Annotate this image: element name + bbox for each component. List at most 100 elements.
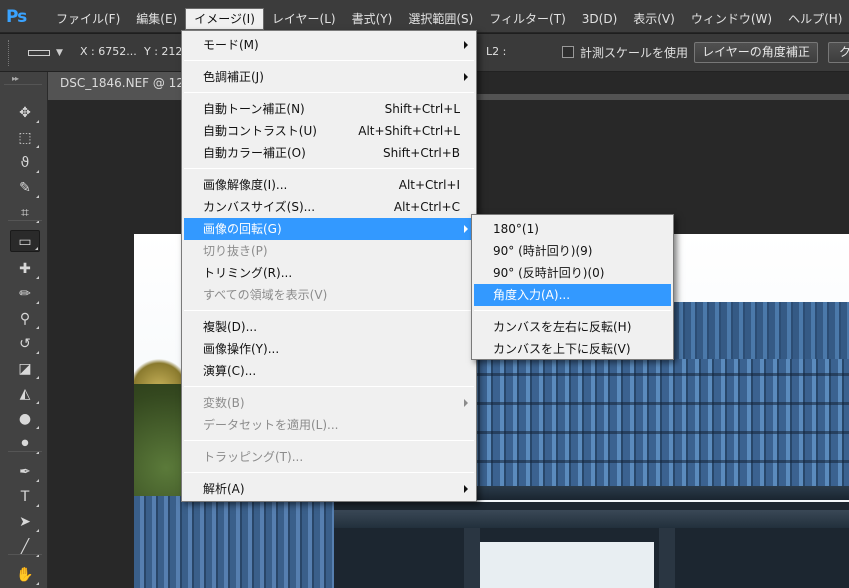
healing-brush-tool-icon[interactable]: ✚: [10, 258, 40, 280]
path-select-tool-icon[interactable]: ➤: [10, 511, 40, 533]
tool-flyout-indicator: [36, 479, 39, 482]
document-tab[interactable]: DSC_1846.NEF @ 12.5% (RGB/8): [48, 72, 198, 94]
menu-separator: [184, 168, 474, 169]
menu-item: 変数(B): [184, 392, 474, 414]
pen-tool-icon[interactable]: ✒: [10, 461, 40, 483]
menu-5[interactable]: 選択範囲(S): [400, 8, 481, 30]
lower-left-roof: [134, 496, 344, 588]
menu-item-label: 画像操作(Y)...: [203, 342, 280, 356]
menu-item[interactable]: トリミング(R)...: [184, 262, 474, 284]
chevron-down-icon: ▼: [56, 48, 63, 58]
menu-item[interactable]: カンバスを左右に反転(H): [474, 316, 671, 338]
menu-item-label: カンバスを上下に反転(V): [493, 342, 631, 356]
menu-item-label: 演算(C)...: [203, 364, 257, 378]
y-coordinate-readout: Y : 212: [144, 45, 183, 58]
eraser-tool-icon[interactable]: ◪: [10, 358, 40, 380]
menu-item-label: 色調補正(J): [203, 70, 264, 84]
menu-item-label: カンバスサイズ(S)...: [203, 200, 316, 214]
menu-item-label: 解析(A): [203, 482, 245, 496]
menu-8[interactable]: 表示(V): [625, 8, 683, 30]
menu-item[interactable]: カンバスを上下に反転(V): [474, 338, 671, 360]
paint-bucket-tool-icon[interactable]: ◭: [10, 383, 40, 405]
hand-tool-icon[interactable]: ✋: [10, 564, 40, 586]
straighten-layer-button[interactable]: レイヤーの角度補正: [694, 42, 818, 63]
menu-item-label: すべての領域を表示(V): [203, 288, 328, 302]
x-coordinate-readout: X : 6752...: [80, 45, 137, 58]
lasso-tool-icon[interactable]: ϑ: [10, 152, 40, 174]
menu-item-shortcut: Shift+Ctrl+B: [383, 146, 460, 160]
use-measurement-scale-label: 計測スケールを使用: [580, 46, 689, 60]
menu-item[interactable]: 複製(D)...: [184, 316, 474, 338]
menu-item[interactable]: 演算(C)...: [184, 360, 474, 382]
menu-item-label: モード(M): [203, 38, 259, 52]
quick-select-tool-icon[interactable]: ✎: [10, 177, 40, 199]
menu-item[interactable]: 解析(A): [184, 478, 474, 500]
menu-item[interactable]: カンバスサイズ(S)... Alt+Ctrl+C: [184, 196, 474, 218]
menu-0[interactable]: ファイル(F): [48, 8, 128, 30]
menu-2[interactable]: イメージ(I): [185, 8, 264, 30]
menu-item-label: 180°(1): [493, 222, 539, 236]
use-measurement-scale-checkbox[interactable]: [562, 46, 574, 58]
move-tool-icon[interactable]: ✥: [10, 102, 40, 124]
menu-item: トラッピング(T)...: [184, 446, 474, 468]
clear-button[interactable]: クリア: [828, 42, 849, 63]
menu-item[interactable]: モード(M): [184, 34, 474, 56]
tool-flyout-indicator: [35, 247, 38, 250]
tool-flyout-indicator: [36, 426, 39, 429]
tool-flyout-indicator: [36, 401, 39, 404]
options-bar-grip[interactable]: [8, 40, 12, 66]
menu-item-label: トリミング(R)...: [203, 266, 293, 280]
type-tool-icon[interactable]: T: [10, 486, 40, 508]
menu-item-label: カンバスを左右に反転(H): [493, 320, 632, 334]
menu-9[interactable]: ウィンドウ(W): [683, 8, 780, 30]
submenu-arrow-icon: [464, 485, 468, 493]
menu-bar: Ps ファイル(F) 編集(E) イメージ(I) レイヤー(L) 書式(Y) 選択範囲(S…: [0, 0, 849, 33]
menu-item-label: 複製(D)...: [203, 320, 258, 334]
history-brush-tool-icon[interactable]: ↺: [10, 333, 40, 355]
tool-preset-picker[interactable]: ▼: [22, 42, 68, 64]
marquee-tool-icon[interactable]: ⬚: [10, 127, 40, 149]
tools-panel-divider: [4, 84, 42, 85]
image-menu-dropdown: モード(M) 色調補正(J) 自動トーン補正(N) Shift+Ctrl+L 自動コント…: [181, 30, 477, 502]
menu-item-label: 90° (反時計回り)(0): [493, 266, 605, 280]
blur-tool-icon[interactable]: ●: [10, 408, 40, 430]
menu-separator: [184, 440, 474, 441]
gate-opening: [474, 542, 654, 588]
gate-beam: [334, 510, 849, 528]
menu-1[interactable]: 編集(E): [128, 8, 185, 30]
menu-item-label: 切り抜き(P): [203, 244, 268, 258]
menu-item-label: 自動コントラスト(U): [203, 124, 317, 138]
menu-item[interactable]: 画像の回転(G): [184, 218, 474, 240]
menu-6[interactable]: フィルター(T): [481, 8, 573, 30]
menu-7[interactable]: 3D(D): [574, 8, 625, 30]
ruler-tool-icon[interactable]: ▭: [10, 230, 40, 252]
clone-stamp-tool-icon[interactable]: ⚲: [10, 308, 40, 330]
menu-item-shortcut: Alt+Ctrl+I: [398, 178, 460, 192]
menu-item[interactable]: 90° (時計回り)(9): [474, 240, 671, 262]
menu-separator: [184, 60, 474, 61]
tool-flyout-indicator: [36, 376, 39, 379]
menu-item[interactable]: 自動カラー補正(O) Shift+Ctrl+B: [184, 142, 474, 164]
menu-separator: [184, 310, 474, 311]
menu-item[interactable]: 自動コントラスト(U) Alt+Shift+Ctrl+L: [184, 120, 474, 142]
menu-item[interactable]: 自動トーン補正(N) Shift+Ctrl+L: [184, 98, 474, 120]
gate-structure: [334, 502, 849, 588]
menu-4[interactable]: 書式(Y): [344, 8, 401, 30]
menu-item[interactable]: 90° (反時計回り)(0): [474, 262, 671, 284]
menu-item[interactable]: 180°(1): [474, 218, 671, 240]
menu-item[interactable]: 画像操作(Y)...: [184, 338, 474, 360]
menu-item[interactable]: 画像解像度(I)... Alt+Ctrl+I: [184, 174, 474, 196]
menu-item-label: 自動カラー補正(O): [203, 146, 306, 160]
menu-separator: [184, 92, 474, 93]
tool-flyout-indicator: [36, 529, 39, 532]
collapse-panel-icon[interactable]: ▸▸: [12, 74, 19, 83]
menu-separator: [474, 310, 671, 311]
tool-flyout-indicator: [36, 301, 39, 304]
menu-item-label: 角度入力(A)...: [493, 288, 571, 302]
menu-3[interactable]: レイヤー(L): [264, 8, 344, 30]
menu-item[interactable]: 色調補正(J): [184, 66, 474, 88]
menu-10[interactable]: ヘルプ(H): [780, 8, 849, 30]
gate-pillar: [659, 528, 675, 588]
brush-tool-icon[interactable]: ✏: [10, 283, 40, 305]
menu-item[interactable]: 角度入力(A)...: [474, 284, 671, 306]
